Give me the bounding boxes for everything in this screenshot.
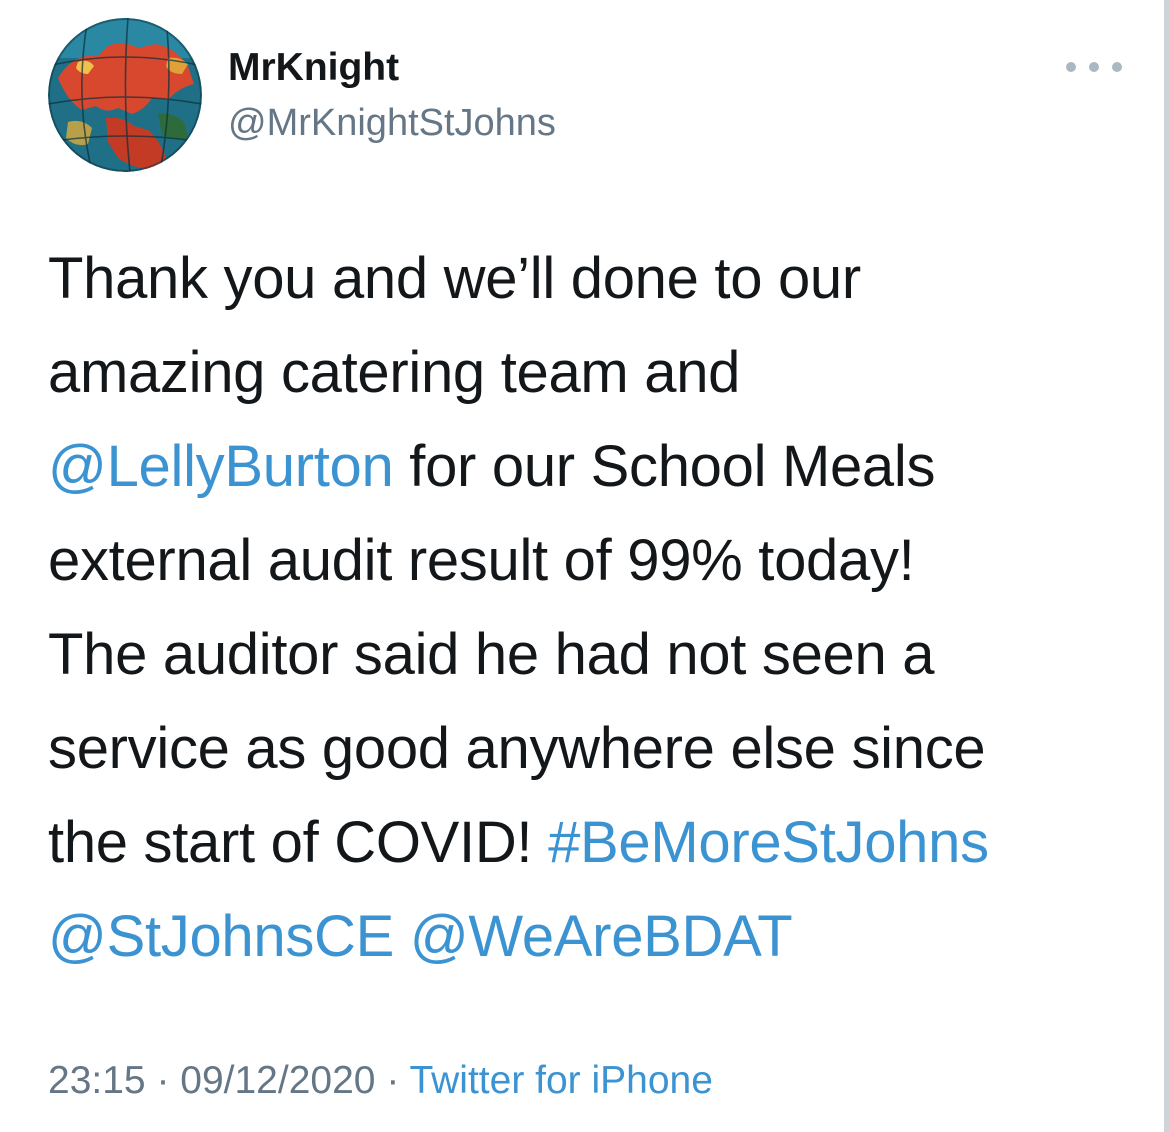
hashtag-bemorestjohns-link[interactable]: #BeMoreStJohns: [548, 810, 989, 875]
more-dot: [1112, 62, 1122, 72]
tweet-text-line: external audit result of 99% today!: [48, 528, 915, 593]
tweet-text-line: service as good anywhere else since: [48, 716, 986, 781]
meta-separator: ·: [145, 1059, 181, 1102]
author-name[interactable]: MrKnight: [228, 44, 399, 92]
tweet-text-fragment: for our School Meals: [393, 434, 936, 499]
mention-lellyburton-link[interactable]: @LellyBurton: [48, 434, 394, 499]
globe-avatar[interactable]: [48, 18, 202, 172]
tweet-date[interactable]: 09/12/2020: [180, 1059, 375, 1102]
tweet-text-line: @StJohnsCE @WeAreBDAT: [48, 890, 1128, 984]
tweet-text-line: The auditor said he had not seen a: [48, 622, 935, 687]
tweet-time[interactable]: 23:15: [48, 1059, 146, 1102]
meta-separator: ·: [375, 1059, 410, 1102]
mention-wearebdat-link[interactable]: @WeAreBDAT: [410, 904, 793, 969]
tweet-text-fragment: [394, 904, 410, 969]
more-options-icon[interactable]: [1066, 52, 1122, 82]
tweet-text-line: amazing catering team and: [48, 340, 741, 405]
author-handle[interactable]: @MrKnightStJohns: [228, 100, 556, 146]
tweet-source-link[interactable]: Twitter for iPhone: [409, 1059, 712, 1102]
tweet-text-fragment: the start of COVID!: [48, 810, 549, 875]
more-dot: [1066, 62, 1076, 72]
tweet-text-line: Thank you and we’ll done to our: [48, 246, 861, 311]
tweet-text-line: @LellyBurton for our School Meals: [48, 420, 1128, 514]
tweet-meta: 23:15 · 09/12/2020 · Twitter for iPhone: [48, 1056, 713, 1106]
tweet-text: Thank you and we’ll done to our amazing …: [48, 232, 1128, 984]
scrollbar-edge: [1164, 0, 1170, 1132]
tweet-card: MrKnight @MrKnightStJohns Thank you and …: [0, 0, 1160, 1132]
tweet-text-line: the start of COVID! #BeMoreStJohns: [48, 796, 1128, 890]
mention-stjohnsce-link[interactable]: @StJohnsCE: [48, 904, 394, 969]
more-dot: [1089, 62, 1099, 72]
